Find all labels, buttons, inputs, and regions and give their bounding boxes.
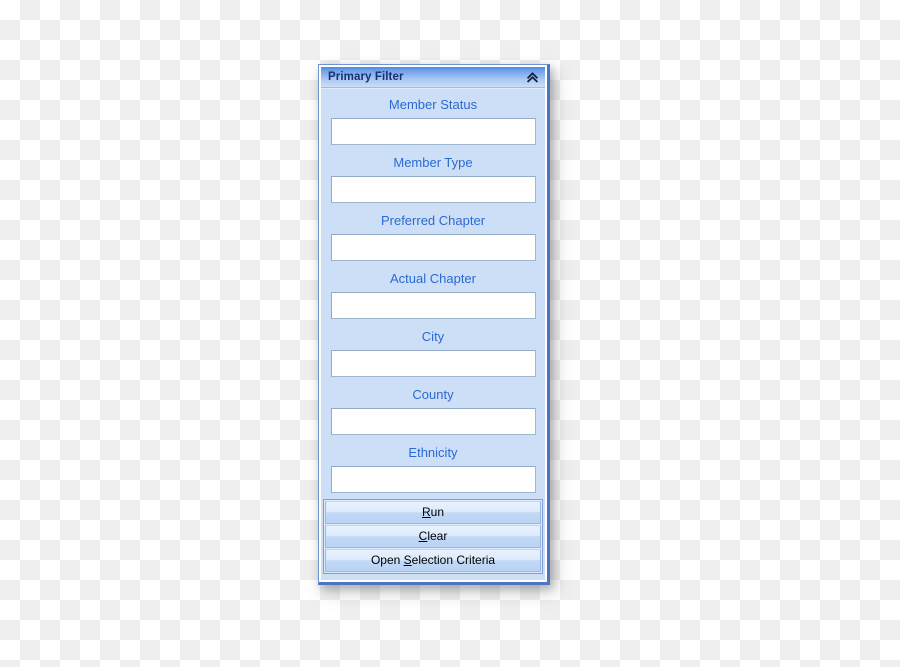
field-label: Preferred Chapter: [380, 213, 486, 228]
double-chevron-up-icon[interactable]: [525, 70, 539, 84]
field-actual-chapter: Actual Chapter: [321, 267, 545, 319]
panel-title: Primary Filter: [328, 71, 404, 83]
field-preferred-chapter: Preferred Chapter: [321, 209, 545, 261]
field-city: City: [321, 325, 545, 377]
member-status-input[interactable]: [330, 118, 536, 145]
run-button[interactable]: Run: [325, 501, 541, 524]
open-selection-criteria-button[interactable]: Open Selection Criteria: [325, 549, 541, 572]
action-button-group: Run Clear Open Selection Criteria: [323, 499, 543, 574]
button-label-pre: Open: [370, 553, 404, 567]
member-type-input[interactable]: [330, 176, 536, 203]
field-label: Actual Chapter: [390, 271, 476, 286]
field-label: Member Status: [388, 97, 478, 112]
county-input[interactable]: [330, 408, 536, 435]
field-member-type: Member Type: [321, 151, 545, 203]
ethnicity-input[interactable]: [330, 466, 536, 493]
panel-body: Member Status Member Type Preferred Chap…: [321, 88, 545, 580]
field-member-status: Member Status: [321, 93, 545, 145]
button-accel-key: R: [421, 505, 431, 519]
panel-titlebar: Primary Filter: [321, 67, 545, 88]
clear-button[interactable]: Clear: [325, 525, 541, 548]
city-input[interactable]: [330, 350, 536, 377]
field-label: Ethnicity: [408, 445, 458, 460]
button-label-post: election Criteria: [411, 553, 496, 567]
actual-chapter-input[interactable]: [330, 292, 536, 319]
field-county: County: [321, 383, 545, 435]
button-label-post: lear: [427, 529, 448, 543]
field-label: City: [421, 329, 445, 344]
button-accel-key: S: [403, 553, 412, 567]
primary-filter-panel: Primary Filter Member Status Member Type…: [318, 64, 550, 585]
field-label: Member Type: [393, 155, 473, 170]
button-label-post: un: [430, 505, 445, 519]
field-label: County: [412, 387, 454, 402]
field-ethnicity: Ethnicity: [321, 441, 545, 493]
preferred-chapter-input[interactable]: [330, 234, 536, 261]
